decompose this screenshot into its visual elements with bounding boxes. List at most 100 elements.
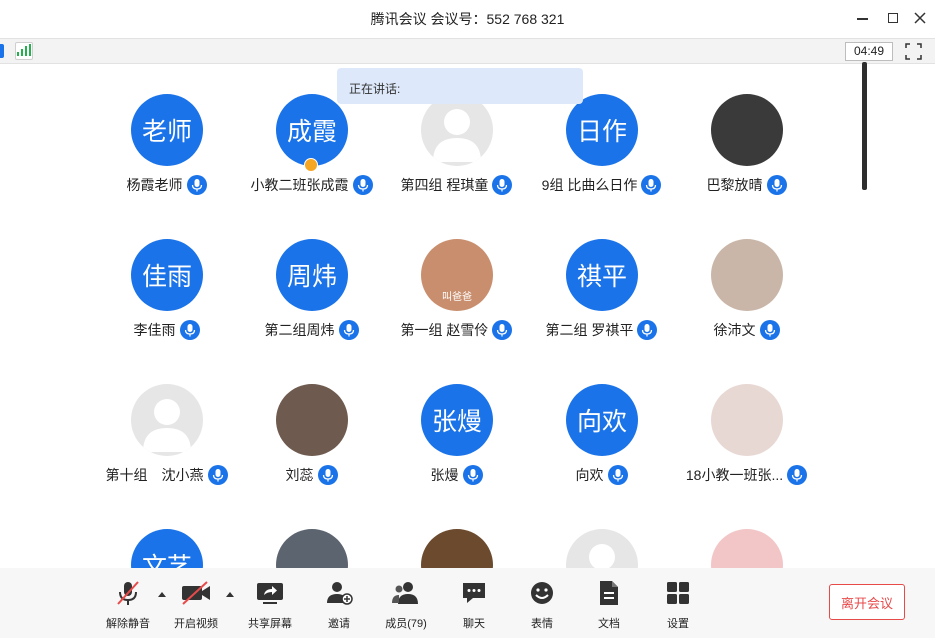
microphone-icon	[607, 465, 628, 485]
participant-name: 向欢	[575, 467, 604, 483]
members-label: 成员(79)	[385, 618, 427, 630]
participant-name: 第十组 沈小燕	[105, 467, 204, 483]
participant-avatar: 老师	[131, 94, 203, 166]
unmute-label: 解除静音	[106, 618, 150, 630]
audio-options-caret[interactable]	[158, 592, 166, 597]
status-bar: 04:49	[0, 38, 935, 64]
participant-tile[interactable]: 巴黎放晴	[674, 94, 819, 234]
participant-name-row: 第二组 罗祺平	[529, 320, 674, 340]
microphone-icon	[462, 465, 483, 485]
speaking-indicator: 正在讲话:	[337, 68, 583, 104]
chat-button[interactable]: 聊天	[446, 578, 502, 631]
avatar-overlay-text: 叫爸爸	[442, 292, 472, 303]
participant-name: 李佳雨	[133, 322, 176, 338]
participant-tile[interactable]: 周炜第二组周炜	[239, 239, 384, 379]
emoji-button[interactable]: 表情	[514, 578, 570, 631]
fullscreen-icon[interactable]	[905, 43, 922, 60]
participant-avatar: 佳雨	[131, 239, 203, 311]
microphone-icon	[317, 465, 338, 485]
maximize-icon	[888, 13, 898, 23]
settings-label: 设置	[667, 618, 689, 630]
avatar-initials: 老师	[141, 118, 192, 146]
participant-tile[interactable]: 佳雨 李佳雨	[94, 239, 239, 379]
participant-avatar	[421, 94, 493, 166]
camera-off-icon	[182, 581, 210, 605]
participant-name-row: 李佳雨	[94, 320, 239, 340]
docs-label: 文档	[598, 618, 620, 630]
participant-name: 第二组周炜	[264, 322, 335, 338]
participant-avatar: 叫爸爸	[421, 239, 493, 311]
participant-tile[interactable]: 张熳 张熳	[384, 384, 529, 524]
participant-avatar: 祺平	[566, 239, 638, 311]
leave-meeting-button[interactable]: 离开会议	[829, 584, 905, 620]
microphone-icon	[207, 465, 228, 485]
chat-icon	[463, 583, 485, 603]
start-video-button[interactable]: 开启视频	[168, 578, 224, 631]
microphone-icon	[766, 175, 787, 195]
participant-tile[interactable]: 第十组 沈小燕	[94, 384, 239, 524]
maximize-button[interactable]	[883, 8, 903, 28]
participant-name-row: 9组 比曲么日作	[529, 175, 674, 195]
video-options-caret[interactable]	[226, 592, 234, 597]
participant-avatar: 周炜	[276, 239, 348, 311]
default-person-icon	[143, 399, 191, 452]
participant-name-row: 张熳	[384, 465, 529, 485]
window-title: 腾讯会议 会议号：552 768 321	[370, 11, 565, 27]
avatar-initials: 向欢	[576, 408, 627, 436]
participant-tile[interactable]: 向欢 向欢	[529, 384, 674, 524]
share-screen-label: 共享屏幕	[248, 618, 292, 630]
participant-name: 第一组 赵雪伶	[400, 322, 489, 338]
network-signal-icon[interactable]	[15, 42, 33, 60]
participant-name: 18小教一班张...	[685, 467, 784, 483]
participant-avatar	[711, 239, 783, 311]
participant-tile[interactable]: 刘蕊	[239, 384, 384, 524]
share-screen-button[interactable]: 共享屏幕	[242, 578, 298, 631]
participant-name: 第四组 程琪童	[400, 177, 489, 193]
participant-avatar: 日作	[566, 94, 638, 166]
security-icon[interactable]	[0, 44, 4, 58]
microphone-muted-icon	[117, 581, 139, 605]
members-button[interactable]: 成员(79)	[378, 578, 434, 631]
default-person-icon	[433, 109, 481, 162]
bottom-toolbar: 解除静音 开启视频 共享屏幕 邀请 成员(79) 聊天 表情 文档 设置 离开会…	[0, 568, 935, 638]
minimize-button[interactable]	[852, 8, 872, 28]
members-icon	[392, 582, 418, 604]
participant-name: 徐沛文	[713, 322, 756, 338]
share-screen-icon	[257, 583, 283, 604]
participant-tile[interactable]: 祺平 第二组 罗祺平	[529, 239, 674, 379]
participant-tile[interactable]: 第四组 程琪童	[384, 94, 529, 234]
participant-name: 巴黎放晴	[706, 177, 763, 193]
add-person-icon	[327, 582, 353, 605]
participant-name-row: 向欢	[529, 465, 674, 485]
participant-name-row: 徐沛文	[674, 320, 819, 340]
microphone-icon	[186, 175, 207, 195]
avatar-initials: 祺平	[576, 263, 627, 291]
close-button[interactable]	[910, 8, 930, 28]
emoji-icon	[531, 582, 553, 604]
microphone-icon	[637, 320, 658, 340]
close-icon	[914, 12, 926, 24]
chat-label: 聊天	[463, 618, 485, 630]
participant-name-row: 杨霞老师	[94, 175, 239, 195]
participant-name-row: 小教二班张成霞	[239, 175, 384, 195]
microphone-icon	[492, 175, 513, 195]
participant-avatar: 张熳	[421, 384, 493, 456]
participant-tile[interactable]: 日作 9组 比曲么日作	[529, 94, 674, 234]
minimize-icon	[856, 18, 868, 20]
scrollbar[interactable]	[862, 62, 867, 190]
settings-button[interactable]: 设置	[650, 578, 706, 631]
document-icon	[600, 581, 618, 605]
participant-tile[interactable]: 叫爸爸第一组 赵雪伶	[384, 239, 529, 379]
microphone-icon	[759, 320, 780, 340]
participant-tile[interactable]: 18小教一班张...	[674, 384, 819, 524]
docs-button[interactable]: 文档	[581, 578, 637, 631]
title-bar: 腾讯会议 会议号：552 768 321	[0, 0, 935, 36]
participant-name-row: 刘蕊	[239, 465, 384, 485]
participant-tile[interactable]: 成霞 小教二班张成霞	[239, 94, 384, 234]
start-video-label: 开启视频	[174, 618, 218, 630]
participant-tile[interactable]: 徐沛文	[674, 239, 819, 379]
unmute-button[interactable]: 解除静音	[100, 578, 156, 631]
participant-tile[interactable]: 老师 杨霞老师	[94, 94, 239, 234]
invite-button[interactable]: 邀请	[311, 578, 367, 631]
participant-name-row: 巴黎放晴	[674, 175, 819, 195]
